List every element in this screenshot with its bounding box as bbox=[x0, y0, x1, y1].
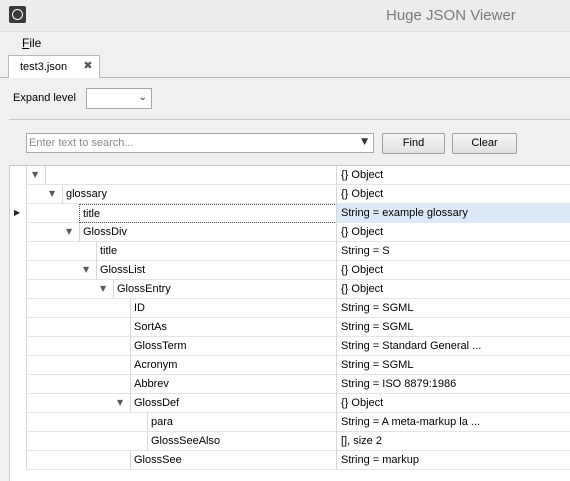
tree-key: SortAs bbox=[130, 318, 337, 337]
expand-level-select[interactable]: ⌄ bbox=[86, 88, 152, 109]
tree-key: GlossDiv bbox=[79, 223, 337, 242]
tree-value: String = Standard General ... bbox=[336, 337, 570, 356]
row-indicator[interactable] bbox=[10, 223, 27, 242]
tab-test3-json[interactable]: test3.json ✖ bbox=[8, 55, 100, 79]
menu-file[interactable]: File bbox=[22, 36, 41, 50]
divider bbox=[9, 119, 570, 120]
row-indicator[interactable] bbox=[10, 356, 27, 375]
row-indicator[interactable] bbox=[10, 318, 27, 337]
tree-value: String = ISO 8879:1986 bbox=[336, 375, 570, 394]
find-button[interactable]: Find bbox=[382, 133, 445, 154]
tree-value: String = SGML bbox=[336, 356, 570, 375]
collapse-icon[interactable]: ▼ bbox=[83, 265, 89, 274]
row-indicator[interactable] bbox=[10, 185, 27, 204]
row-indicator[interactable] bbox=[10, 280, 27, 299]
tree-key: para bbox=[147, 413, 337, 432]
row-indicator[interactable] bbox=[10, 394, 27, 413]
tree-row[interactable]: GlossSeeAlso [], size 2 bbox=[10, 432, 570, 451]
json-tree-grid[interactable]: ▼{} Object ▼ glossary{} Object ▶ title String… bbox=[9, 165, 570, 481]
tree-key: GlossSeeAlso bbox=[147, 432, 337, 451]
tab-label: test3.json bbox=[20, 61, 68, 73]
tree-key: Abbrev bbox=[130, 375, 337, 394]
tree-value: {} Object bbox=[336, 185, 570, 204]
tree-value: String = SGML bbox=[336, 299, 570, 318]
tree-row[interactable]: ID String = SGML bbox=[10, 299, 570, 318]
search-combobox[interactable]: ▼ bbox=[26, 133, 374, 153]
tree-row[interactable]: SortAs String = SGML bbox=[10, 318, 570, 337]
window-title: Huge JSON Viewer bbox=[386, 7, 516, 24]
tree-key: GlossList bbox=[96, 261, 337, 280]
tree-value: {} Object bbox=[336, 261, 570, 280]
collapse-icon[interactable]: ▼ bbox=[100, 284, 106, 293]
tree-row[interactable]: title String = S bbox=[10, 242, 570, 261]
tree-row[interactable]: ▼ {} Object bbox=[10, 166, 570, 185]
tree-row[interactable]: ▼ glossary{} Object bbox=[10, 185, 570, 204]
row-indicator[interactable] bbox=[10, 432, 27, 451]
row-indicator[interactable] bbox=[10, 375, 27, 394]
tree-row[interactable]: Abbrev String = ISO 8879:1986 bbox=[10, 375, 570, 394]
row-indicator[interactable]: ▶ bbox=[10, 204, 27, 223]
close-icon[interactable]: ✖ bbox=[81, 59, 95, 73]
row-indicator[interactable] bbox=[10, 261, 27, 280]
tree-key: GlossSee bbox=[130, 451, 337, 470]
tree-row[interactable]: Acronym String = SGML bbox=[10, 356, 570, 375]
tree-value: String = example glossary bbox=[336, 204, 570, 223]
row-indicator[interactable] bbox=[10, 166, 27, 185]
collapse-icon[interactable]: ▼ bbox=[49, 189, 55, 198]
tree-key: title bbox=[96, 242, 337, 261]
expand-level-label: Expand level bbox=[13, 92, 76, 104]
tree-value: {} Object bbox=[336, 280, 570, 299]
tree-key: GlossTerm bbox=[130, 337, 337, 356]
tree-row[interactable]: GlossTerm String = Standard General ... bbox=[10, 337, 570, 356]
tree-key: title bbox=[79, 204, 337, 223]
tree-key: Acronym bbox=[130, 356, 337, 375]
row-indicator[interactable] bbox=[10, 299, 27, 318]
clear-button[interactable]: Clear bbox=[452, 133, 517, 154]
row-indicator[interactable] bbox=[10, 242, 27, 261]
tree-key bbox=[45, 166, 337, 185]
tree-row[interactable]: ▼ GlossDef{} Object bbox=[10, 394, 570, 413]
tree-row[interactable]: GlossSee String = markup bbox=[10, 451, 570, 470]
tree-row[interactable]: ▼ GlossDiv{} Object bbox=[10, 223, 570, 242]
tree-key: glossary bbox=[62, 185, 337, 204]
chevron-down-icon: ⌄ bbox=[138, 92, 147, 103]
tree-value: {} Object bbox=[336, 166, 570, 185]
title-bar: Huge JSON Viewer bbox=[0, 0, 570, 32]
tree-row[interactable]: ▼ GlossList{} Object bbox=[10, 261, 570, 280]
collapse-icon[interactable]: ▼ bbox=[32, 170, 38, 179]
row-pointer-icon: ▶ bbox=[14, 208, 21, 217]
row-indicator[interactable] bbox=[10, 337, 27, 356]
menu-bar: File bbox=[0, 32, 570, 54]
tree-value: String = markup bbox=[336, 451, 570, 470]
tree-value: String = SGML bbox=[336, 318, 570, 337]
collapse-icon[interactable]: ▼ bbox=[117, 398, 123, 407]
tree-value: [], size 2 bbox=[336, 432, 570, 451]
row-indicator[interactable] bbox=[10, 413, 27, 432]
tree-row[interactable]: para String = A meta-markup la ... bbox=[10, 413, 570, 432]
tree-value: {} Object bbox=[336, 394, 570, 413]
row-indicator[interactable] bbox=[10, 451, 27, 470]
tree-key: GlossEntry bbox=[113, 280, 337, 299]
chevron-down-icon[interactable]: ▼ bbox=[361, 137, 368, 147]
collapse-icon[interactable]: ▼ bbox=[66, 227, 72, 236]
tree-row[interactable]: ▶ title String = example glossary bbox=[10, 204, 570, 223]
tree-value: String = S bbox=[336, 242, 570, 261]
tree-key: ID bbox=[130, 299, 337, 318]
tree-value: String = A meta-markup la ... bbox=[336, 413, 570, 432]
tree-value: {} Object bbox=[336, 223, 570, 242]
app-icon bbox=[9, 6, 26, 23]
search-input[interactable] bbox=[29, 135, 349, 151]
tree-row[interactable]: ▼ GlossEntry{} Object bbox=[10, 280, 570, 299]
tree-key: GlossDef bbox=[130, 394, 337, 413]
tab-strip: test3.json ✖ bbox=[0, 54, 570, 79]
